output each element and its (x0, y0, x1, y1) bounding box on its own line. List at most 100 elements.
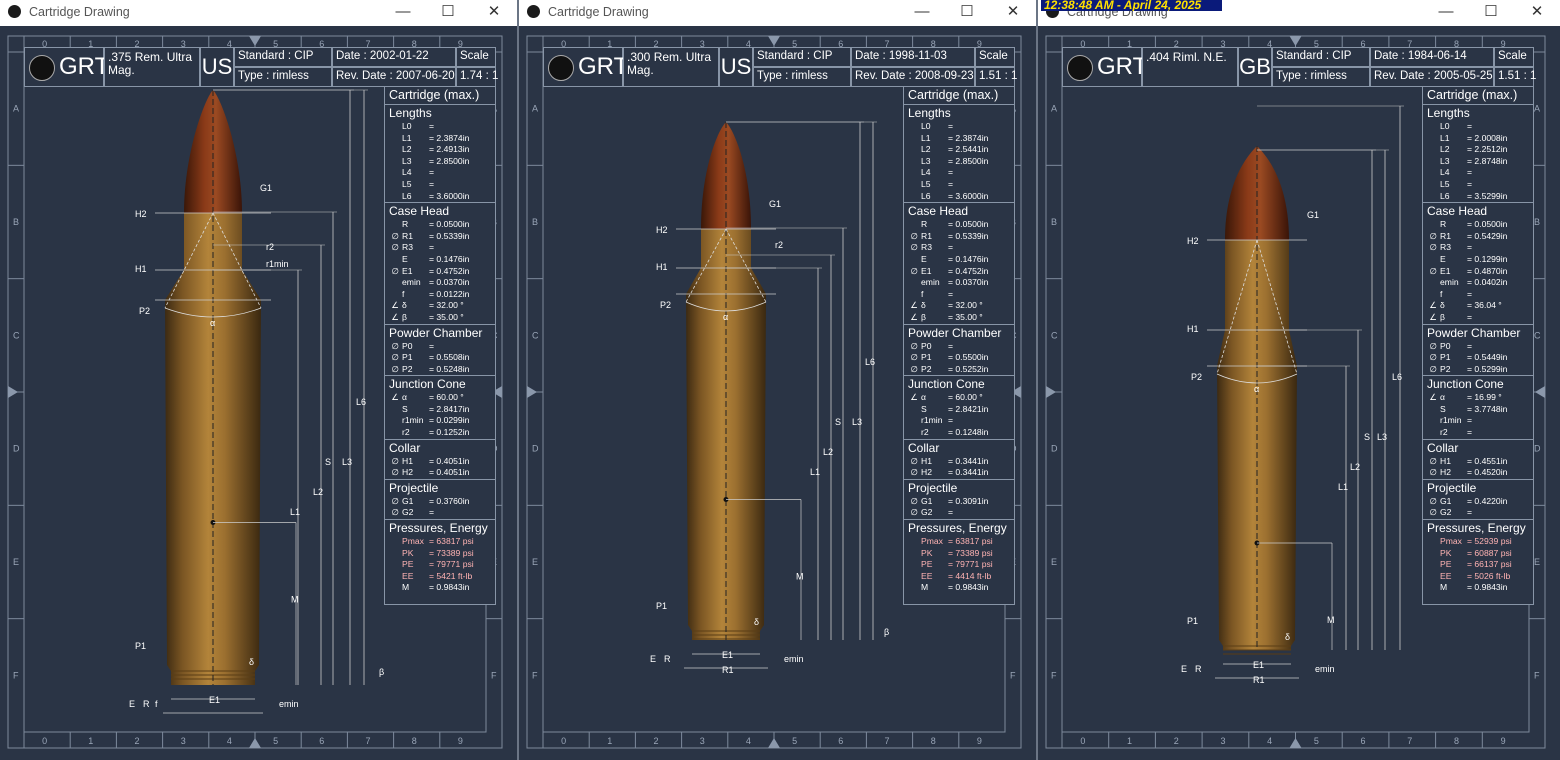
row-label: S (402, 403, 408, 414)
window-titlebar[interactable]: Cartridge Drawing — ☐ ✕ (519, 0, 1036, 26)
row-value: = 73389 psi (948, 547, 993, 558)
ruler-arrow-icon (249, 36, 261, 46)
maximize-button[interactable]: ☐ (437, 2, 459, 22)
minimize-button[interactable]: — (911, 2, 933, 22)
ruler-number: 5 (273, 736, 278, 746)
table-row: ∅ P2 = 0.5299in (1423, 364, 1533, 376)
scale-value: 1.51 : 1 (1494, 67, 1536, 87)
row-symbol (904, 156, 918, 168)
row-symbol (1423, 121, 1437, 133)
ruler-letter: E (532, 557, 538, 567)
dimension-label: G1 (769, 199, 781, 209)
row-symbol (904, 219, 918, 231)
row-label: E (921, 253, 927, 264)
ruler-arrow-icon (8, 386, 18, 398)
row-symbol: ∠ (910, 392, 918, 403)
table-row: Pmax = 52939 psi (1423, 536, 1533, 548)
row-symbol: ∅ (1429, 340, 1438, 351)
row-value: = 0.0122in (429, 288, 470, 299)
minimize-button[interactable]: — (392, 2, 414, 22)
row-symbol (904, 559, 918, 571)
row-label: EE (1440, 570, 1452, 581)
row-value: = 2.8748in (1467, 155, 1508, 166)
ruler-number: 4 (746, 736, 751, 746)
row-value: = 3.5299in (1467, 190, 1508, 201)
row-label: E (402, 253, 408, 264)
table-row: S = 2.8421in (904, 404, 1014, 416)
table-row: ∅ G1 = 0.3091in (904, 496, 1014, 508)
row-label: r2 (921, 427, 929, 438)
row-symbol: ∅ (1429, 467, 1438, 478)
table-row: L6 = 3.6000in (385, 191, 495, 203)
table-row: ∅ P2 = 0.5252in (904, 364, 1014, 376)
ruler-number: 7 (1407, 736, 1412, 746)
table-row: EE = 5421 ft-lb (385, 571, 495, 583)
section-title: Pressures, Energy (908, 521, 1007, 536)
row-value: = 2.3874in (429, 132, 470, 143)
ruler-letter: E (1534, 557, 1540, 567)
table-section: Case Head R = 0.0500in ∅ R1 = 0.5339in ∅ R3 = E = … (904, 203, 1014, 325)
dimension-label: E (1181, 664, 1187, 674)
table-section: Collar ∅ H1 = 0.4551in ∅ H2 = 0.4520in (1423, 440, 1533, 480)
maximize-button[interactable]: ☐ (956, 2, 978, 22)
dimension-label: L3 (852, 417, 862, 427)
row-symbol (904, 289, 918, 301)
row-value: = (429, 167, 435, 178)
ruler-number: 5 (1314, 736, 1319, 746)
table-section: Collar ∅ H1 = 0.4051in ∅ H2 = 0.4051in (385, 440, 495, 480)
row-value: = 60.00 ° (429, 392, 464, 403)
ruler-letter: F (1534, 670, 1540, 680)
row-value: = 2.4913in (429, 144, 470, 155)
table-row: ∅ R1 = 0.5429in (1423, 231, 1533, 243)
row-symbol (904, 277, 918, 289)
row-symbol: ∅ (1429, 507, 1438, 518)
dimension-label: R (1195, 664, 1202, 674)
row-symbol (385, 559, 399, 571)
row-symbol (1423, 404, 1437, 416)
maximize-button[interactable]: ☐ (1480, 2, 1502, 22)
dimension-label: δ (249, 657, 254, 667)
row-value: = (1467, 121, 1473, 131)
minimize-button[interactable]: — (1435, 2, 1457, 22)
dimension-label: P2 (139, 306, 150, 316)
table-row: ∠ δ = 32.00 ° (385, 300, 495, 312)
ruler-letter: F (13, 670, 19, 680)
title-block: GRT .404 Riml. N.E. GB Standard : CIP Ty… (1062, 47, 1536, 87)
row-label: r1min (402, 415, 424, 426)
date-field: Date : 1984-06-14 (1370, 47, 1494, 67)
row-label: R1 (921, 230, 932, 241)
dimension-label: S (1364, 432, 1370, 442)
dimension-label: L6 (865, 357, 875, 367)
row-symbol (1423, 559, 1437, 571)
ruler-letter: B (532, 217, 538, 227)
dimension-label: L3 (1377, 432, 1387, 442)
drawing-area: 0 0 1 1 2 2 3 3 4 4 5 5 6 6 7 7 8 8 9 9 A A B B C C D D E E F F H2 G1 H1 P2… (1038, 26, 1560, 760)
row-label: P0 (921, 340, 932, 351)
row-value: = (429, 242, 435, 253)
dimension-label: H2 (135, 209, 147, 219)
row-value: = 0.3441in (948, 467, 989, 478)
logo-cell: GRT (1062, 47, 1147, 87)
ruler-letter: D (532, 444, 539, 454)
row-label: L0 (402, 121, 412, 131)
ruler-letter: C (1051, 330, 1058, 340)
table-row: L0 = (904, 121, 1014, 133)
row-label: P1 (402, 352, 413, 363)
row-label: H1 (921, 455, 932, 466)
dimension-label: L2 (313, 487, 323, 497)
close-button[interactable]: ✕ (1002, 2, 1024, 22)
close-button[interactable]: ✕ (483, 2, 505, 22)
table-row: Pmax = 63817 psi (904, 536, 1014, 548)
row-value: = (948, 178, 954, 189)
ruler-number: 6 (1361, 736, 1366, 746)
dimension-label: M (796, 572, 804, 582)
dimension-label: G1 (1307, 210, 1319, 220)
row-symbol (904, 133, 918, 145)
row-label: E1 (921, 265, 932, 276)
table-row: S = 3.7748in (1423, 404, 1533, 416)
window-titlebar[interactable]: Cartridge Drawing — ☐ ✕ (0, 0, 517, 26)
row-value: = 35.00 ° (429, 311, 464, 322)
section-title: Powder Chamber (1427, 325, 1521, 340)
close-button[interactable]: ✕ (1526, 2, 1548, 22)
row-symbol: ∅ (391, 363, 400, 374)
